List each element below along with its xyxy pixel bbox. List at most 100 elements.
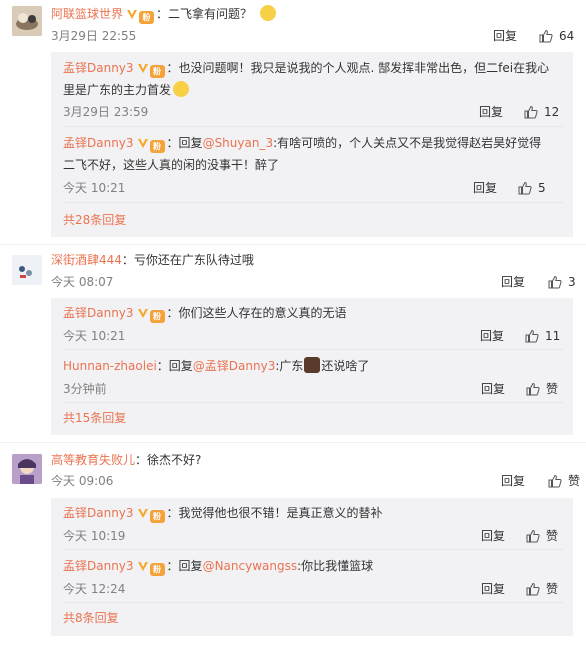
- reply-text: 孟铎Danny3 粉：也没问题啊！我只是说我的个人观点. 郜发挥非常出色，但二fe…: [63, 57, 553, 101]
- mention-link[interactable]: @Nancywangss: [203, 559, 298, 573]
- reply-item: Hunnan-zhaolei：回复@孟铎Danny3:广东 还说啥了: [63, 355, 573, 377]
- reply-prefix: ：回复: [156, 359, 193, 373]
- username[interactable]: 孟铎Danny3: [63, 61, 134, 75]
- verified-v-icon: [137, 139, 148, 148]
- like-button[interactable]: 5: [518, 178, 546, 198]
- like-button[interactable]: 赞: [526, 526, 558, 546]
- thumbs-up-icon: [539, 29, 553, 43]
- mention-link[interactable]: @孟铎Danny3: [193, 359, 276, 373]
- reply-button[interactable]: 回复: [481, 579, 505, 599]
- verified-v-icon: [137, 509, 148, 518]
- like-count: 3: [568, 275, 576, 289]
- username[interactable]: 深街酒肆444: [51, 253, 122, 267]
- divider: [63, 402, 563, 403]
- reply-button[interactable]: 回复: [480, 326, 504, 346]
- divider: [63, 349, 563, 350]
- comment-text: ：亏你还在广东队待过哦: [121, 253, 254, 267]
- reply-item: 孟铎Danny3 粉：我觉得他也很不错！是真正意义的替补: [63, 502, 573, 524]
- thumbs-up-icon: [548, 474, 562, 488]
- comment-meta: 今天 09:06 回复 赞: [51, 471, 580, 491]
- like-count: 11: [545, 329, 561, 343]
- reply-item: 孟铎Danny3 粉：你们这些人存在的意义真的无语: [63, 302, 573, 324]
- reply-body: :广东: [275, 359, 304, 373]
- reply-meta: 今天 10:21 回复 11: [63, 326, 573, 346]
- verified-v-icon: [137, 562, 148, 571]
- divider: [63, 602, 563, 603]
- like-button[interactable]: 12: [524, 102, 559, 122]
- reply-button[interactable]: 回复: [473, 178, 497, 198]
- reply-prefix: ：回复: [166, 136, 203, 150]
- avatar[interactable]: [12, 255, 42, 285]
- username[interactable]: 高等教育失败儿: [51, 453, 135, 467]
- avatar[interactable]: [12, 454, 42, 484]
- timestamp: 今天 10:21: [63, 181, 126, 195]
- like-button[interactable]: 赞: [548, 471, 580, 491]
- divider: [63, 126, 563, 127]
- username[interactable]: Hunnan-zhaolei: [63, 359, 157, 373]
- fan-medal-icon: 粉: [149, 65, 165, 78]
- fan-medal-icon: 粉: [149, 140, 165, 153]
- reply-list: 孟铎Danny3 粉：我觉得他也很不错！是真正意义的替补 今天 10:19 回复 …: [51, 498, 573, 636]
- emoji-icon: [304, 357, 321, 373]
- reply-button[interactable]: 回复: [501, 272, 525, 292]
- like-button[interactable]: 赞: [526, 379, 558, 399]
- emoji-icon: [173, 81, 190, 97]
- reply-item: 孟铎Danny3 粉：回复@Shuyan_3:有啥可喷的，个人关点又不是我觉得赵岩…: [63, 132, 573, 176]
- thumbs-up-icon: [524, 105, 538, 119]
- reply-button[interactable]: 回复: [493, 26, 517, 46]
- reply-meta: 今天 10:21 回复 5: [63, 178, 573, 198]
- reply-meta: 3分钟前 回复 赞: [63, 379, 573, 399]
- reply-button[interactable]: 回复: [481, 526, 505, 546]
- comment-text: ：徐杰不好?: [135, 453, 202, 467]
- fan-medal-icon: 粉: [149, 510, 165, 523]
- avatar[interactable]: [12, 6, 42, 36]
- username[interactable]: 孟铎Danny3: [63, 506, 134, 520]
- timestamp: 今天 09:06: [51, 474, 114, 488]
- username[interactable]: 孟铎Danny3: [63, 136, 134, 150]
- reply-list: 孟铎Danny3 粉：你们这些人存在的意义真的无语 今天 10:21 回复 11 …: [51, 298, 573, 435]
- reply-list: 孟铎Danny3 粉：也没问题啊！我只是说我的个人观点. 郜发挥非常出色，但二fe…: [51, 52, 573, 237]
- username[interactable]: 阿联篮球世界: [51, 7, 123, 21]
- like-button[interactable]: 赞: [526, 579, 558, 599]
- reply-button[interactable]: 回复: [501, 471, 525, 491]
- divider: [63, 202, 563, 203]
- like-count: 5: [538, 181, 546, 195]
- fan-medal-icon: 粉: [139, 11, 155, 24]
- reply-button[interactable]: 回复: [479, 102, 503, 122]
- thumbs-up-icon: [526, 582, 540, 596]
- comment-line: 深街酒肆444：亏你还在广东队待过哦: [51, 250, 576, 270]
- reply-body: ：我觉得他也很不错！是真正意义的替补: [166, 506, 383, 520]
- timestamp: 今天 12:24: [63, 582, 126, 596]
- reply-body: :你比我懂篮球: [297, 559, 374, 573]
- comment-meta: 今天 08:07 回复 3: [51, 272, 576, 292]
- comment-text: ：二飞拿有问题？: [156, 7, 253, 21]
- reply-body-tail: 还说啥了: [321, 359, 370, 373]
- reply-text: 孟铎Danny3 粉：我觉得他也很不错！是真正意义的替补: [63, 502, 553, 524]
- reply-text: 孟铎Danny3 粉：回复@Nancywangss:你比我懂篮球: [63, 555, 553, 577]
- mention-link[interactable]: @Shuyan_3: [203, 136, 274, 150]
- username[interactable]: 孟铎Danny3: [63, 559, 134, 573]
- like-button[interactable]: 64: [539, 26, 574, 46]
- reply-item: 孟铎Danny3 粉：回复@Nancywangss:你比我懂篮球: [63, 555, 573, 577]
- comment-meta: 3月29日 22:55 回复 64: [51, 26, 576, 46]
- thread-separator: [0, 442, 586, 443]
- like-count: 赞: [546, 529, 559, 543]
- username[interactable]: 孟铎Danny3: [63, 306, 134, 320]
- fan-medal-icon: 粉: [149, 310, 165, 323]
- comment-line: 阿联篮球世界 粉：二飞拿有问题？: [51, 4, 576, 24]
- like-button[interactable]: 3: [548, 272, 576, 292]
- reply-text: 孟铎Danny3 粉：回复@Shuyan_3:有啥可喷的，个人关点又不是我觉得赵岩…: [63, 132, 553, 176]
- more-replies-link[interactable]: 共8条回复: [63, 608, 119, 628]
- thumbs-up-icon: [518, 181, 532, 195]
- like-button[interactable]: 11: [525, 326, 560, 346]
- reply-button[interactable]: 回复: [481, 379, 505, 399]
- like-count: 赞: [568, 474, 581, 488]
- timestamp: 3月29日 23:59: [63, 105, 149, 119]
- verified-v-icon: [137, 64, 148, 73]
- reply-text: 孟铎Danny3 粉：你们这些人存在的意义真的无语: [63, 302, 553, 324]
- reply-meta: 今天 10:19 回复 赞: [63, 526, 573, 546]
- more-replies-link[interactable]: 共15条回复: [63, 408, 126, 428]
- more-replies-link[interactable]: 共28条回复: [63, 210, 126, 230]
- like-count: 赞: [546, 582, 559, 596]
- reply-item: 孟铎Danny3 粉：也没问题啊！我只是说我的个人观点. 郜发挥非常出色，但二fe…: [63, 57, 573, 101]
